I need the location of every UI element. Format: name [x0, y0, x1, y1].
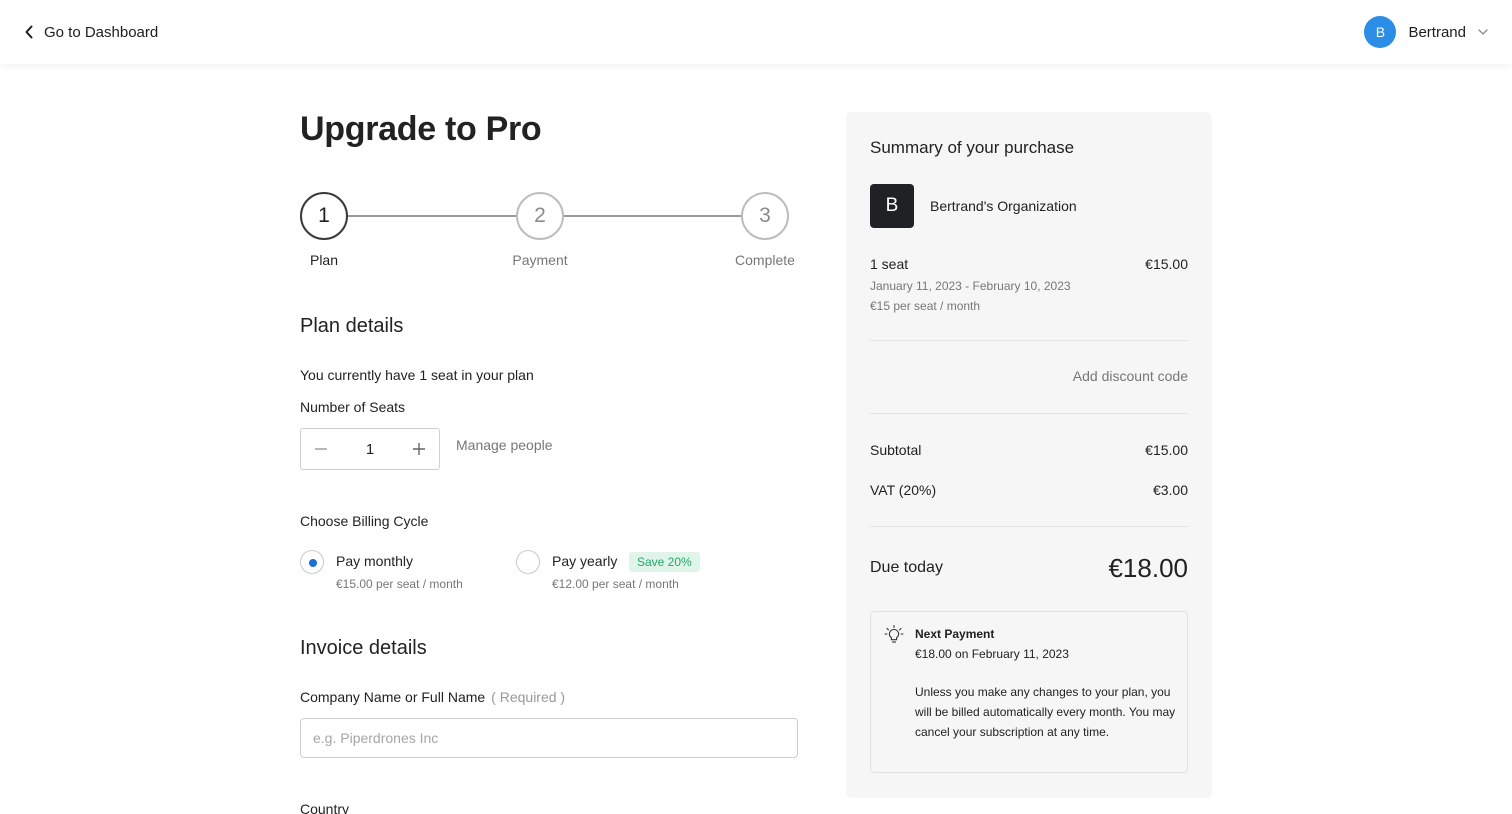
- chevron-down-icon: [1478, 29, 1488, 35]
- step-2-label: Payment: [512, 252, 568, 268]
- required-hint: ( Required ): [491, 689, 566, 705]
- step-connector: [348, 215, 516, 217]
- user-menu[interactable]: B Bertrand: [1364, 16, 1488, 48]
- plus-icon[interactable]: [411, 441, 427, 457]
- org-name: Bertrand's Organization: [930, 198, 1077, 214]
- step-3-label: Complete: [735, 252, 795, 268]
- seats-stepper[interactable]: 1: [300, 428, 440, 470]
- page-title: Upgrade to Pro: [300, 110, 542, 148]
- pay-yearly-radio[interactable]: [516, 550, 540, 574]
- add-discount-code-link[interactable]: Add discount code: [1073, 368, 1188, 384]
- step-1-circle[interactable]: 1: [300, 192, 348, 240]
- plan-details-heading: Plan details: [300, 315, 404, 337]
- step-2-circle[interactable]: 2: [516, 192, 564, 240]
- user-name: Bertrand: [1408, 23, 1466, 41]
- go-to-dashboard-link[interactable]: Go to Dashboard: [24, 20, 158, 44]
- divider: [870, 526, 1188, 527]
- company-name-label-text: Company Name or Full Name: [300, 689, 486, 705]
- minus-icon[interactable]: [313, 441, 329, 457]
- invoice-details-heading: Invoice details: [300, 637, 427, 659]
- step-1-label: Plan: [309, 252, 339, 268]
- chevron-left-icon: [25, 25, 33, 39]
- lightbulb-icon: [884, 624, 904, 643]
- seat-count: 1 seat: [870, 256, 909, 272]
- company-name-input[interactable]: [300, 718, 798, 758]
- billing-cycle-heading: Choose Billing Cycle: [300, 513, 429, 529]
- next-payment-amount: €18.00 on February 11, 2023: [915, 647, 1069, 661]
- progress-stepper: 1 Plan 2 Payment 3 Complete: [300, 192, 800, 272]
- manage-people-link[interactable]: Manage people: [456, 437, 553, 453]
- purchase-summary-panel: Summary of your purchase B Bertrand's Or…: [846, 112, 1212, 798]
- current-seats-text: You currently have 1 seat in your plan: [300, 367, 534, 383]
- next-payment-box: Next Payment €18.00 on February 11, 2023…: [870, 611, 1188, 773]
- step-connector: [564, 215, 741, 217]
- go-to-dashboard-label: Go to Dashboard: [44, 23, 159, 41]
- company-name-label: Company Name or Full Name ( Required ): [300, 689, 565, 705]
- pay-monthly-label: Pay monthly: [336, 553, 414, 569]
- pay-yearly-label: Pay yearly: [552, 553, 618, 569]
- avatar: B: [1364, 16, 1397, 48]
- step-3-circle[interactable]: 3: [741, 192, 789, 240]
- billing-period: January 11, 2023 - February 10, 2023: [870, 279, 1071, 293]
- next-payment-title: Next Payment: [915, 627, 995, 641]
- subtotal-value: €15.00: [1145, 442, 1188, 458]
- country-label: Country: [300, 801, 350, 814]
- seat-price: €15.00: [1145, 256, 1188, 272]
- due-today-value: €18.00: [1108, 553, 1188, 583]
- org-avatar: B: [870, 184, 914, 228]
- seat-rate: €15 per seat / month: [870, 299, 981, 313]
- pay-monthly-price: €15.00 per seat / month: [336, 577, 463, 591]
- divider: [870, 413, 1188, 414]
- number-of-seats-label: Number of Seats: [300, 399, 406, 415]
- pay-monthly-radio[interactable]: [300, 550, 324, 574]
- seats-value[interactable]: 1: [366, 441, 374, 458]
- divider: [870, 340, 1188, 341]
- due-today-label: Due today: [870, 559, 943, 576]
- next-payment-note: Unless you make any changes to your plan…: [915, 685, 1176, 739]
- pay-yearly-price: €12.00 per seat / month: [552, 577, 679, 591]
- summary-title: Summary of your purchase: [870, 138, 1075, 157]
- vat-value: €3.00: [1152, 482, 1188, 498]
- top-bar: Go to Dashboard B Bertrand: [0, 0, 1512, 64]
- subtotal-label: Subtotal: [870, 442, 922, 458]
- save-badge: Save 20%: [629, 552, 700, 572]
- vat-label: VAT (20%): [870, 482, 937, 498]
